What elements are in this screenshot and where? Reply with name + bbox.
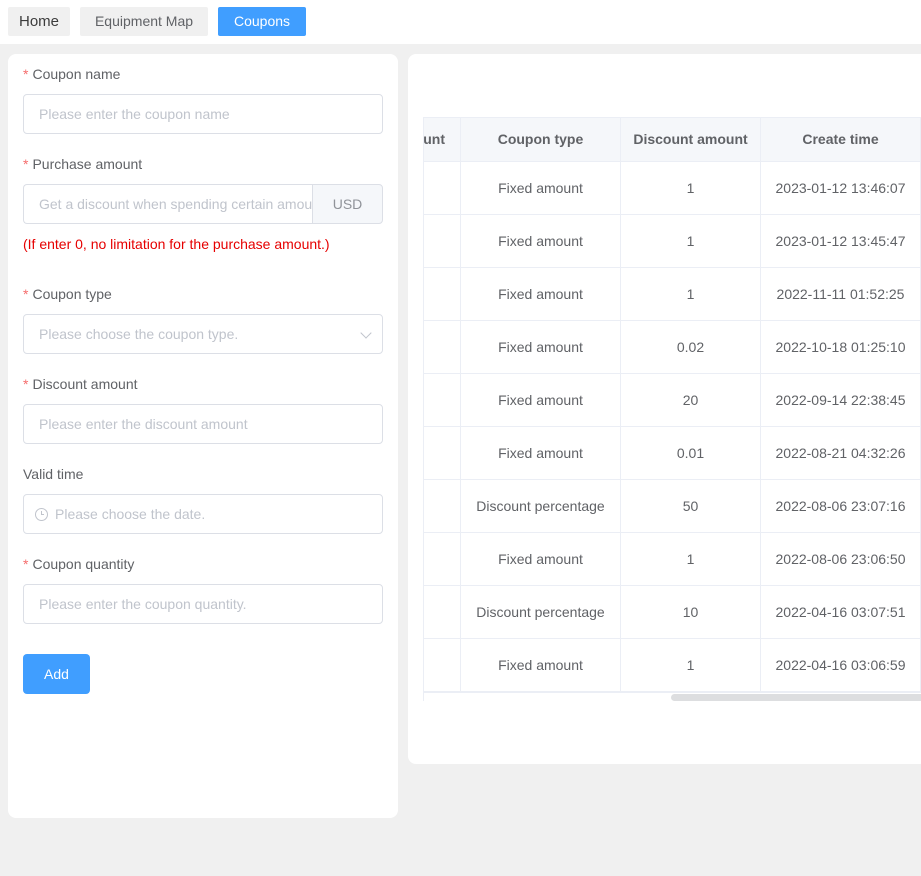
discount-amount-label-text: Discount amount (32, 376, 138, 392)
coupon-quantity-input[interactable]: Please enter the coupon quantity. (23, 584, 383, 624)
tab-equipment-map[interactable]: Equipment Map (80, 7, 208, 36)
coupon-name-input[interactable]: Please enter the coupon name (23, 94, 383, 134)
coupon-type-placeholder: Please choose the coupon type. (39, 326, 239, 342)
table-cell-discount-amount: 10 (621, 586, 761, 638)
coupon-type-label-text: Coupon type (32, 286, 112, 302)
table-cell-coupon-type: Fixed amount (461, 533, 621, 585)
table-cell-purchase-amount (424, 427, 461, 479)
table-cell-coupon-type: Fixed amount (461, 321, 621, 373)
horizontal-scrollbar[interactable] (424, 692, 921, 701)
coupon-type-select[interactable]: Please choose the coupon type. (23, 314, 383, 354)
coupon-type-label: * Coupon type (23, 284, 112, 304)
discount-amount-input[interactable]: Please enter the discount amount (23, 404, 383, 444)
table-cell-coupon-type: Discount percentage (461, 586, 621, 638)
valid-time-picker[interactable]: Please choose the date. (23, 494, 383, 534)
table-cell-discount-amount: 50 (621, 480, 761, 532)
table-cell-coupon-type: Fixed amount (461, 268, 621, 320)
coupon-name-label-text: Coupon name (32, 66, 121, 82)
table-cell-purchase-amount (424, 268, 461, 320)
required-mark: * (23, 66, 29, 82)
required-mark: * (23, 286, 29, 302)
column-header-create-time: Create time (761, 118, 921, 161)
tab-home[interactable]: Home (8, 7, 70, 36)
table-row: Fixed amount 20 2022-09-14 22:38:45 (424, 374, 921, 427)
table-cell-purchase-amount (424, 480, 461, 532)
coupon-table-panel: unt Coupon type Discount amount Create t… (408, 54, 921, 764)
column-header-discount-amount: Discount amount (621, 118, 761, 161)
table-cell-coupon-type: Fixed amount (461, 162, 621, 214)
discount-amount-label: * Discount amount (23, 374, 138, 394)
table-cell-discount-amount: 20 (621, 374, 761, 426)
table-cell-coupon-type: Fixed amount (461, 427, 621, 479)
table-row: Fixed amount 1 2023-01-12 13:45:47 (424, 215, 921, 268)
table-row: Discount percentage 50 2022-08-06 23:07:16 (424, 480, 921, 533)
coupon-quantity-label-text: Coupon quantity (32, 556, 135, 572)
add-button[interactable]: Add (23, 654, 90, 694)
chevron-down-icon (360, 327, 372, 339)
table-row: Fixed amount 0.01 2022-08-21 04:32:26 (424, 427, 921, 480)
table-cell-create-time: 2022-04-16 03:07:51 (761, 586, 921, 638)
table-cell-create-time: 2022-08-06 23:06:50 (761, 533, 921, 585)
scrollbar-thumb[interactable] (671, 694, 921, 701)
table-cell-coupon-type: Fixed amount (461, 215, 621, 267)
table-cell-coupon-type: Discount percentage (461, 480, 621, 532)
purchase-amount-hint: (If enter 0, no limitation for the purch… (23, 236, 330, 252)
coupon-form: * Coupon name Please enter the coupon nam… (8, 54, 398, 818)
table-cell-create-time: 2022-08-21 04:32:26 (761, 427, 921, 479)
table-cell-discount-amount: 1 (621, 268, 761, 320)
table-cell-create-time: 2023-01-12 13:46:07 (761, 162, 921, 214)
table-cell-purchase-amount (424, 533, 461, 585)
table-cell-create-time: 2022-10-18 01:25:10 (761, 321, 921, 373)
table-header: unt Coupon type Discount amount Create t… (424, 117, 921, 162)
currency-append: USD (312, 184, 383, 224)
valid-time-placeholder: Please choose the date. (55, 506, 206, 522)
table-cell-discount-amount: 0.01 (621, 427, 761, 479)
table-cell-purchase-amount (424, 586, 461, 638)
column-header-purchase-amount: unt (424, 118, 461, 161)
table-cell-coupon-type: Fixed amount (461, 374, 621, 426)
table-cell-create-time: 2022-09-14 22:38:45 (761, 374, 921, 426)
table-cell-create-time: 2022-04-16 03:06:59 (761, 639, 921, 691)
clock-icon (35, 508, 48, 521)
purchase-amount-label-text: Purchase amount (32, 156, 143, 172)
required-mark: * (23, 156, 29, 172)
purchase-amount-input[interactable]: Get a discount when spending certain amo… (23, 184, 312, 224)
required-mark: * (23, 556, 29, 572)
purchase-amount-label: * Purchase amount (23, 154, 142, 174)
table-cell-purchase-amount (424, 215, 461, 267)
table-row: Fixed amount 1 2022-04-16 03:06:59 (424, 639, 921, 692)
table-row: Fixed amount 1 2023-01-12 13:46:07 (424, 162, 921, 215)
table-cell-purchase-amount (424, 374, 461, 426)
table-cell-create-time: 2023-01-12 13:45:47 (761, 215, 921, 267)
valid-time-label: Valid time (23, 466, 84, 482)
table-row: Fixed amount 1 2022-08-06 23:06:50 (424, 533, 921, 586)
table-cell-discount-amount: 1 (621, 533, 761, 585)
tab-coupons[interactable]: Coupons (218, 7, 306, 36)
table-row: Fixed amount 0.02 2022-10-18 01:25:10 (424, 321, 921, 374)
column-header-coupon-type: Coupon type (461, 118, 621, 161)
table-cell-purchase-amount (424, 321, 461, 373)
table-cell-discount-amount: 1 (621, 215, 761, 267)
table-cell-coupon-type: Fixed amount (461, 639, 621, 691)
table-cell-create-time: 2022-11-11 01:52:25 (761, 268, 921, 320)
table-cell-discount-amount: 1 (621, 639, 761, 691)
coupon-table: unt Coupon type Discount amount Create t… (423, 117, 921, 701)
required-mark: * (23, 376, 29, 392)
table-cell-purchase-amount (424, 639, 461, 691)
table-cell-purchase-amount (424, 162, 461, 214)
table-cell-discount-amount: 1 (621, 162, 761, 214)
table-cell-discount-amount: 0.02 (621, 321, 761, 373)
table-row: Fixed amount 1 2022-11-11 01:52:25 (424, 268, 921, 321)
table-cell-create-time: 2022-08-06 23:07:16 (761, 480, 921, 532)
coupon-quantity-label: * Coupon quantity (23, 554, 134, 574)
top-tab-bar: Home Equipment Map Coupons (0, 0, 921, 44)
coupon-name-label: * Coupon name (23, 64, 120, 84)
table-row: Discount percentage 10 2022-04-16 03:07:51 (424, 586, 921, 639)
